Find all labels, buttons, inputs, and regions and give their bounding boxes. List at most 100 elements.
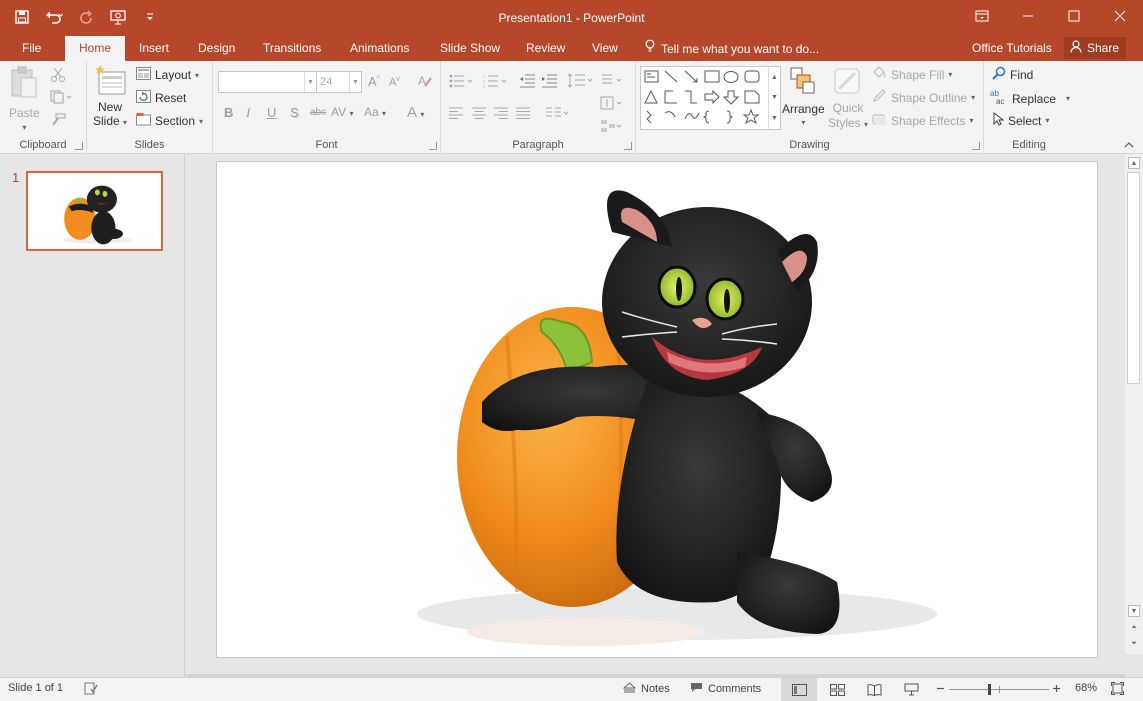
clear-formatting-icon[interactable]: A	[417, 73, 433, 92]
slides-label: Slides	[134, 139, 165, 151]
clipboard-launcher-icon[interactable]	[75, 142, 83, 150]
reading-view-icon[interactable]	[856, 678, 892, 701]
shrink-font-icon[interactable]: Av	[389, 76, 400, 89]
spell-check-icon[interactable]	[84, 682, 98, 695]
chevron-up-icon[interactable]: ▲	[771, 74, 778, 81]
title-bar: Presentation1 - PowerPoint	[0, 0, 1143, 36]
shadow-button[interactable]: S	[290, 105, 299, 120]
bold-button[interactable]: B	[224, 105, 233, 120]
shape-effects-button[interactable]: Shape Effects ▾	[872, 112, 974, 129]
replace-button[interactable]: ab ac Replace ▾	[990, 89, 1070, 108]
collapse-ribbon-icon[interactable]	[1124, 141, 1134, 149]
font-name-box[interactable]: ▼	[218, 71, 317, 93]
tab-view[interactable]: View	[592, 36, 618, 61]
drawing-launcher-icon[interactable]	[972, 142, 980, 150]
numbering-icon[interactable]: 123	[483, 74, 509, 88]
zoom-level[interactable]: 68%	[1075, 682, 1097, 694]
tab-design[interactable]: Design	[198, 36, 235, 61]
decrease-indent-icon[interactable]	[519, 74, 535, 88]
paste-button[interactable]: Paste ▾	[9, 66, 40, 132]
italic-button[interactable]: I	[246, 105, 250, 121]
shape-outline-button[interactable]: Shape Outline ▾	[872, 89, 975, 106]
fit-to-window-icon[interactable]	[1111, 682, 1124, 695]
gallery-scroll[interactable]: ▲ ▼ ▼	[768, 67, 780, 129]
tab-insert[interactable]: Insert	[139, 36, 169, 61]
format-painter-icon[interactable]	[50, 113, 66, 127]
next-slide-icon[interactable]: ⏷	[1128, 638, 1140, 650]
slide-sorter-icon[interactable]	[819, 678, 855, 701]
shapes-gallery-icons	[644, 70, 760, 125]
shape-effects-icon	[872, 112, 887, 129]
align-left-icon[interactable]	[449, 107, 463, 119]
quick-styles-button[interactable]: Quick Styles ▾	[828, 67, 868, 130]
chevron-down-icon[interactable]: ▼	[304, 72, 316, 92]
slide-show-icon[interactable]	[893, 678, 929, 701]
ribbon-display-options-icon[interactable]	[959, 0, 1005, 32]
zoom-slider-knob[interactable]	[988, 684, 991, 695]
section-icon	[136, 113, 151, 129]
notes-button[interactable]: Notes	[622, 682, 670, 696]
layout-button[interactable]: Layout ▾	[136, 67, 199, 83]
slide-canvas[interactable]	[216, 161, 1098, 658]
character-spacing-button[interactable]: AV ▾	[331, 105, 353, 119]
slide-thumbnail[interactable]	[26, 171, 163, 251]
text-direction-icon[interactable]	[600, 73, 622, 89]
tab-slide-show[interactable]: Slide Show	[440, 36, 500, 61]
zoom-slider-midmark	[999, 686, 1000, 693]
tell-me-box[interactable]: Tell me what you want to do...	[645, 36, 819, 61]
tab-animations[interactable]: Animations	[350, 36, 409, 61]
scroll-thumb[interactable]	[1127, 172, 1140, 384]
zoom-slider[interactable]	[949, 684, 1049, 695]
normal-view-icon[interactable]	[781, 678, 817, 701]
paragraph-launcher-icon[interactable]	[624, 142, 632, 150]
align-center-icon[interactable]	[472, 107, 486, 119]
strikethrough-button[interactable]: abc	[310, 107, 326, 118]
shapes-gallery[interactable]: ▲ ▼ ▼	[640, 66, 781, 130]
line-spacing-icon[interactable]	[567, 73, 593, 89]
change-case-button[interactable]: Aa ▾	[364, 105, 386, 119]
svg-text:3: 3	[483, 84, 486, 88]
reset-button[interactable]: Reset	[136, 90, 186, 106]
cut-icon[interactable]	[50, 67, 66, 83]
align-right-icon[interactable]	[494, 107, 508, 119]
comments-button[interactable]: Comments	[690, 682, 761, 696]
close-icon[interactable]	[1097, 0, 1143, 32]
zoom-out-icon[interactable]	[936, 684, 945, 693]
section-button[interactable]: Section ▾	[136, 113, 203, 129]
minimize-icon[interactable]	[1005, 0, 1051, 32]
vertical-scrollbar[interactable]: ▲ ▼ ⏶ ⏷	[1125, 154, 1143, 654]
scroll-up-icon[interactable]: ▲	[1128, 157, 1140, 169]
shape-fill-button[interactable]: Shape Fill ▾	[872, 66, 952, 83]
tab-file[interactable]: File	[22, 36, 41, 61]
align-text-icon[interactable]	[600, 96, 622, 112]
font-launcher-icon[interactable]	[429, 142, 437, 150]
share-button[interactable]: Share	[1064, 37, 1126, 59]
account-name[interactable]: Office Tutorials	[972, 36, 1052, 60]
new-slide-button[interactable]: New Slide ▾	[93, 65, 127, 128]
tab-review[interactable]: Review	[526, 36, 565, 61]
find-button[interactable]: Find	[992, 66, 1033, 83]
tab-home[interactable]: Home	[65, 36, 125, 61]
previous-slide-icon[interactable]: ⏶	[1128, 622, 1140, 634]
font-size-box[interactable]: 24 ▼	[316, 71, 362, 93]
increase-indent-icon[interactable]	[541, 74, 557, 88]
pencil-icon	[872, 89, 887, 106]
zoom-in-icon[interactable]	[1052, 684, 1061, 693]
bullets-icon[interactable]	[449, 74, 475, 88]
more-icon[interactable]: ▼	[771, 115, 778, 122]
arrange-button[interactable]: Arrange ▾	[782, 67, 825, 127]
maximize-icon[interactable]	[1051, 0, 1097, 32]
columns-icon[interactable]	[546, 107, 570, 119]
chevron-down-icon[interactable]: ▼	[771, 94, 778, 101]
copy-icon[interactable]	[50, 90, 72, 104]
underline-button[interactable]: U	[267, 105, 276, 120]
cat-pumpkin-image[interactable]	[217, 162, 1098, 658]
smartart-icon[interactable]	[600, 119, 622, 135]
grow-font-icon[interactable]: A^	[368, 74, 380, 89]
scroll-down-icon[interactable]: ▼	[1128, 605, 1140, 617]
font-color-button[interactable]: A ▾	[407, 104, 424, 121]
tab-transitions[interactable]: Transitions	[263, 36, 321, 61]
select-button[interactable]: Select ▾	[992, 111, 1049, 129]
justify-icon[interactable]	[516, 107, 530, 119]
chevron-down-icon[interactable]: ▼	[349, 72, 361, 92]
